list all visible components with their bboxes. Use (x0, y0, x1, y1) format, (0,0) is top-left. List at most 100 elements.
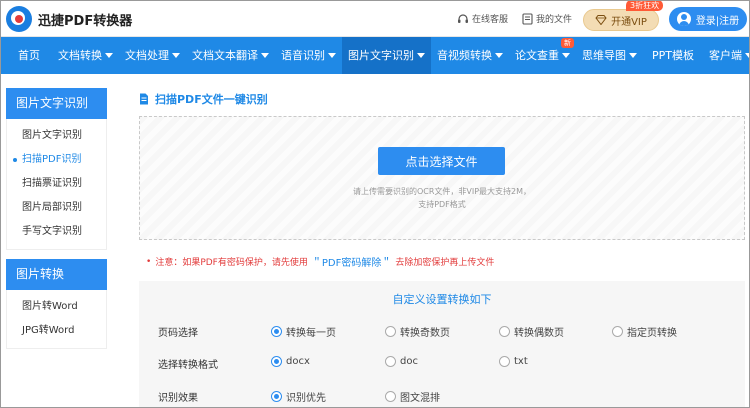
page-range-row: 页码选择 转换每一页 转换奇数页 转换偶数页 指定页转换 (139, 321, 745, 341)
conversion-settings: 自定义设置转换如下 页码选择 转换每一页 转换奇数页 转换偶数页 指定页转换 选… (139, 281, 745, 408)
radio-label: 转换奇数页 (400, 328, 450, 339)
nav-doc-translate[interactable]: 文档文本翻译 (186, 37, 275, 74)
sidebar-item-image-ocr[interactable]: 图片文字识别 (7, 124, 106, 148)
online-service-link[interactable]: 在线客服 (457, 12, 508, 25)
nav-label: PPT模板 (652, 49, 694, 62)
radio-label: 转换每一页 (286, 328, 336, 339)
caret-down-icon (629, 53, 637, 58)
notice-prefix: 注意：如果PDF有密码保护，请先使用 (155, 258, 308, 268)
nav-label: 论文查重 (515, 49, 559, 62)
upload-hint-line1: 请上传需要识别的OCR文件，非VIP最大支持2M， (352, 187, 532, 196)
nav-label: 文档转换 (58, 49, 102, 62)
radio-label: 指定页转换 (627, 328, 677, 339)
select-file-button[interactable]: 点击选择文件 (378, 147, 505, 175)
sidebar-group-image-convert-title: 图片转换 (6, 259, 107, 290)
radio-txt[interactable]: txt (499, 356, 528, 367)
caret-down-icon (562, 53, 570, 58)
nav-label: 文档文本翻译 (192, 49, 258, 62)
caret-down-icon (261, 53, 269, 58)
nav-label: 音视频转换 (437, 49, 492, 62)
radio-dot (499, 326, 510, 337)
radio-dot (271, 391, 282, 402)
radio-even-pages[interactable]: 转换偶数页 (499, 324, 564, 339)
vip-label: 开通VIP (611, 16, 647, 28)
nav-doc-process[interactable]: 文档处理 (119, 37, 186, 74)
file-icon (522, 12, 533, 25)
nav-label: 语音识别 (281, 49, 325, 62)
radio-doc[interactable]: doc (385, 356, 418, 367)
nav-plagiarism-check[interactable]: 论文查重新 (509, 37, 576, 74)
caret-down-icon (172, 53, 180, 58)
radio-label: 识别优先 (286, 393, 326, 404)
caret-down-icon (417, 53, 425, 58)
radio-all-pages[interactable]: 转换每一页 (271, 324, 336, 339)
nav-label: 客户端 (709, 49, 742, 62)
radio-dot (499, 356, 510, 367)
my-files-label: 我的文件 (536, 15, 573, 25)
sidebar-group-image-convert: 图片转Word JPG转Word (6, 290, 107, 349)
pdf-password-remove-link[interactable]: ＂PDF密码解除＂ (312, 254, 391, 269)
app-logo[interactable]: 迅捷PDF转换器 (6, 6, 132, 32)
sidebar-item-handwriting[interactable]: 手写文字识别 (7, 220, 106, 244)
radio-label: 转换偶数页 (514, 328, 564, 339)
nav-doc-convert[interactable]: 文档转换 (52, 37, 119, 74)
sidebar-group-ocr: 图片文字识别 扫描PDF识别 扫描票证识别 图片局部识别 手写文字识别 (6, 119, 107, 250)
nav-image-ocr[interactable]: 图片文字识别 (342, 37, 431, 74)
sidebar-item-image-to-word[interactable]: 图片转Word (7, 295, 106, 319)
page-title-text: 扫描PDF文件一键识别 (155, 93, 268, 106)
sidebar-item-scan-ticket[interactable]: 扫描票证识别 (7, 172, 106, 196)
radio-dot (271, 356, 282, 367)
radio-dot (612, 326, 623, 337)
caret-down-icon (328, 53, 336, 58)
radio-specified-pages[interactable]: 指定页转换 (612, 324, 677, 339)
upload-dropzone[interactable]: 点击选择文件 请上传需要识别的OCR文件，非VIP最大支持2M， 支持PDF格式 (139, 116, 745, 240)
page-title: 扫描PDF文件一键识别 (139, 91, 268, 107)
vip-button[interactable]: 开通VIP (583, 9, 659, 31)
caret-down-icon (105, 53, 113, 58)
login-register-button[interactable]: 登录|注册 (669, 7, 747, 31)
nav-label: 思维导图 (582, 49, 626, 62)
radio-label: 图文混排 (400, 393, 440, 404)
nav-av-convert[interactable]: 音视频转换 (431, 37, 509, 74)
sidebar-item-jpg-to-word[interactable]: JPG转Word (7, 319, 106, 343)
nav-client[interactable]: 客户端 (703, 37, 750, 74)
nav-label: 首页 (18, 49, 40, 62)
upload-hint-line2: 支持PDF格式 (418, 200, 466, 209)
main-nav: 首页 文档转换 文档处理 文档文本翻译 语音识别 图片文字识别 音视频转换 论文… (0, 37, 750, 74)
radio-mixed-layout[interactable]: 图文混排 (385, 389, 440, 404)
sidebar-item-partial-ocr[interactable]: 图片局部识别 (7, 196, 106, 220)
document-icon (140, 93, 148, 105)
recognition-mode-row: 识别效果 识别优先 图文混排 (139, 386, 745, 406)
password-notice: • 注意：如果PDF有密码保护，请先使用 ＂PDF密码解除＂ 去除加密保护再上传… (146, 254, 495, 270)
nav-label: 图片文字识别 (348, 49, 414, 62)
nav-mind-map[interactable]: 思维导图 (576, 37, 643, 74)
nav-home[interactable]: 首页 (0, 37, 52, 74)
radio-label: txt (514, 356, 528, 367)
recognition-mode-label: 识别效果 (158, 393, 198, 404)
radio-label: docx (286, 356, 310, 367)
my-files-link[interactable]: 我的文件 (522, 12, 572, 25)
notice-dot: • (146, 256, 152, 267)
settings-title: 自定义设置转换如下 (392, 293, 492, 306)
nav-ppt-template[interactable]: PPT模板 (643, 37, 703, 74)
output-format-label: 选择转换格式 (158, 360, 218, 371)
nav-label: 文档处理 (125, 49, 169, 62)
radio-label: doc (400, 356, 418, 367)
logo-icon (6, 6, 32, 32)
caret-down-icon (745, 53, 750, 58)
sidebar-item-scan-pdf[interactable]: 扫描PDF识别 (7, 148, 106, 172)
notice-suffix: 去除加密保护再上传文件 (395, 258, 495, 268)
radio-recognition-first[interactable]: 识别优先 (271, 389, 326, 404)
online-service-label: 在线客服 (472, 15, 509, 25)
new-badge: 新 (561, 38, 574, 48)
sidebar-group-ocr-title: 图片文字识别 (6, 88, 107, 119)
radio-odd-pages[interactable]: 转换奇数页 (385, 324, 450, 339)
user-avatar-icon (676, 12, 691, 26)
diamond-icon (595, 15, 607, 25)
nav-speech-recognition[interactable]: 语音识别 (275, 37, 342, 74)
radio-docx[interactable]: docx (271, 356, 310, 367)
radio-dot (385, 326, 396, 337)
logo-text: 迅捷PDF转换器 (38, 13, 133, 29)
vip-promo-badge: 3折狂欢 (626, 0, 664, 11)
output-format-row: 选择转换格式 docx doc txt (139, 353, 745, 373)
